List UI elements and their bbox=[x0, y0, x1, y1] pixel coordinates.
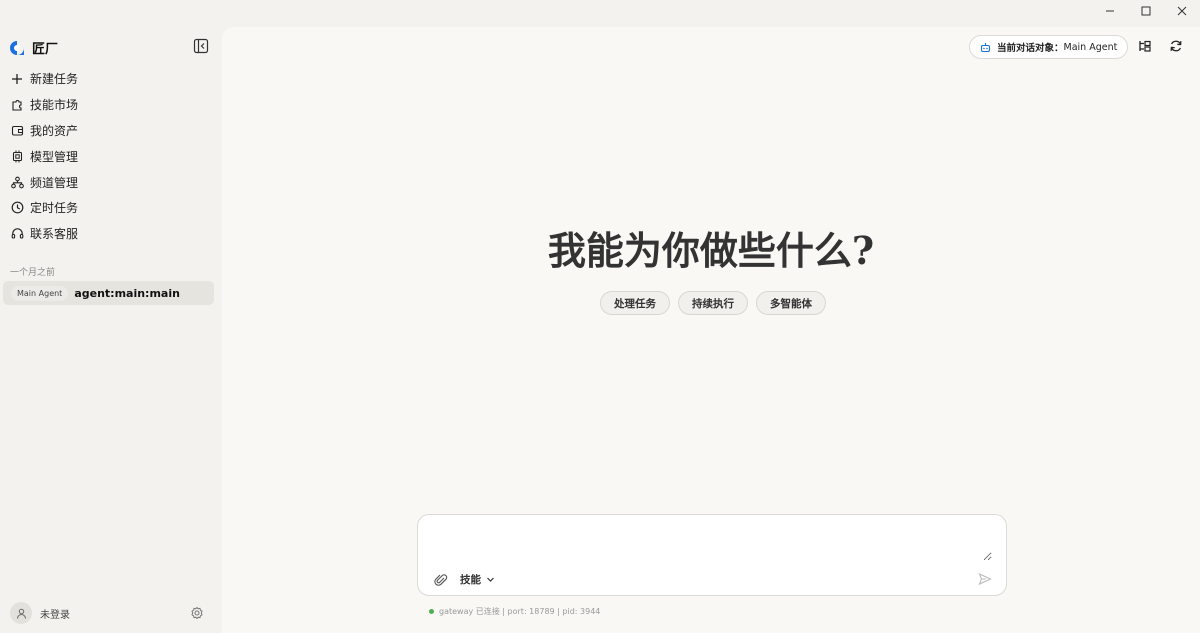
session-title: agent:main:main bbox=[74, 286, 180, 300]
refresh-icon[interactable] bbox=[1169, 39, 1183, 53]
headset-icon bbox=[10, 227, 24, 241]
puzzle-icon bbox=[10, 98, 24, 112]
tree-structure-icon[interactable] bbox=[1138, 39, 1152, 53]
page-title: 我能为你做些什么? bbox=[547, 228, 875, 273]
app-name: 匠厂 bbox=[32, 42, 59, 57]
sidebar-item-skill-market[interactable]: 技能市场 bbox=[0, 92, 222, 118]
minimize-icon bbox=[1106, 10, 1114, 12]
sidebar-item-scheduled-tasks[interactable]: 定时任务 bbox=[0, 195, 222, 221]
main-panel: 当前对话对象： Main Agent 我能为你做些什么? 处理任务 持续执行 多智… bbox=[222, 27, 1200, 633]
close-icon bbox=[1177, 6, 1187, 16]
sidebar-item-model-management[interactable]: 模型管理 bbox=[0, 143, 222, 169]
history-section-label: 一个月之前 bbox=[10, 268, 56, 278]
status-dot bbox=[429, 609, 434, 614]
sidebar-item-customer-service[interactable]: 联系客服 bbox=[0, 221, 222, 247]
message-input[interactable] bbox=[432, 525, 992, 561]
sidebar-item-label: 模型管理 bbox=[30, 149, 79, 164]
sidebar: 匠厂 新建任务 技能市场 我的资产 模型管理 频道管理 定时任务 联系客服 一个… bbox=[0, 0, 222, 633]
sidebar-item-new-task[interactable]: 新建任务 bbox=[0, 66, 222, 92]
network-icon bbox=[10, 175, 24, 189]
wallet-icon bbox=[10, 123, 24, 137]
maximize-button[interactable] bbox=[1128, 0, 1164, 22]
plus-icon bbox=[10, 72, 24, 86]
sidebar-item-my-assets[interactable]: 我的资产 bbox=[0, 118, 222, 144]
suggestion-chips: 处理任务 持续执行 多智能体 bbox=[600, 291, 826, 315]
sidebar-nav: 新建任务 技能市场 我的资产 模型管理 频道管理 定时任务 联系客服 bbox=[0, 66, 222, 247]
chat-target-label: 当前对话对象： bbox=[997, 43, 1064, 54]
login-status: 未登录 bbox=[40, 609, 70, 621]
chat-composer: 技能 bbox=[417, 514, 1007, 596]
chat-target-value: Main Agent bbox=[1063, 41, 1118, 53]
chip-process-task[interactable]: 处理任务 bbox=[600, 291, 670, 315]
user-icon bbox=[16, 608, 26, 619]
skill-dropdown[interactable]: 技能 bbox=[460, 572, 495, 587]
user-profile[interactable]: 未登录 bbox=[10, 602, 70, 624]
gateway-status: gateway 已连接 | port: 18789 | pid: 3944 bbox=[429, 606, 600, 617]
window-controls bbox=[1092, 0, 1200, 22]
maximize-icon bbox=[1141, 6, 1151, 16]
sidebar-item-label: 我的资产 bbox=[30, 123, 79, 138]
brand[interactable]: 匠厂 bbox=[9, 38, 58, 57]
app-logo-icon bbox=[10, 40, 24, 55]
sidebar-item-label: 技能市场 bbox=[30, 98, 79, 113]
skill-dropdown-label: 技能 bbox=[460, 574, 481, 586]
chevron-down-icon bbox=[487, 577, 494, 582]
gear-icon[interactable] bbox=[190, 606, 204, 620]
sidebar-item-channel-management[interactable]: 频道管理 bbox=[0, 169, 222, 195]
session-agent-badge: Main Agent bbox=[11, 285, 69, 301]
chat-target-selector[interactable]: 当前对话对象： Main Agent bbox=[969, 35, 1129, 59]
close-button[interactable] bbox=[1164, 0, 1200, 22]
sidebar-item-label: 新建任务 bbox=[30, 72, 79, 87]
chip-multi-agent[interactable]: 多智能体 bbox=[756, 291, 826, 315]
app-window: 匠厂 新建任务 技能市场 我的资产 模型管理 频道管理 定时任务 联系客服 一个… bbox=[0, 0, 1200, 633]
gateway-status-text: gateway 已连接 | port: 18789 | pid: 3944 bbox=[439, 607, 601, 616]
sidebar-item-label: 联系客服 bbox=[30, 227, 79, 242]
sidebar-item-label: 定时任务 bbox=[30, 201, 79, 216]
paperclip-icon[interactable] bbox=[434, 573, 448, 587]
sidebar-collapse-icon[interactable] bbox=[193, 38, 209, 54]
chip-icon bbox=[10, 149, 24, 163]
robot-icon bbox=[980, 42, 991, 52]
send-icon[interactable] bbox=[978, 572, 992, 586]
avatar bbox=[10, 602, 32, 624]
minimize-button[interactable] bbox=[1092, 0, 1128, 22]
session-item[interactable]: Main Agent agent:main:main bbox=[3, 281, 214, 305]
sidebar-item-label: 频道管理 bbox=[30, 175, 79, 190]
clock-icon bbox=[10, 201, 24, 215]
chip-continuous-execution[interactable]: 持续执行 bbox=[678, 291, 748, 315]
